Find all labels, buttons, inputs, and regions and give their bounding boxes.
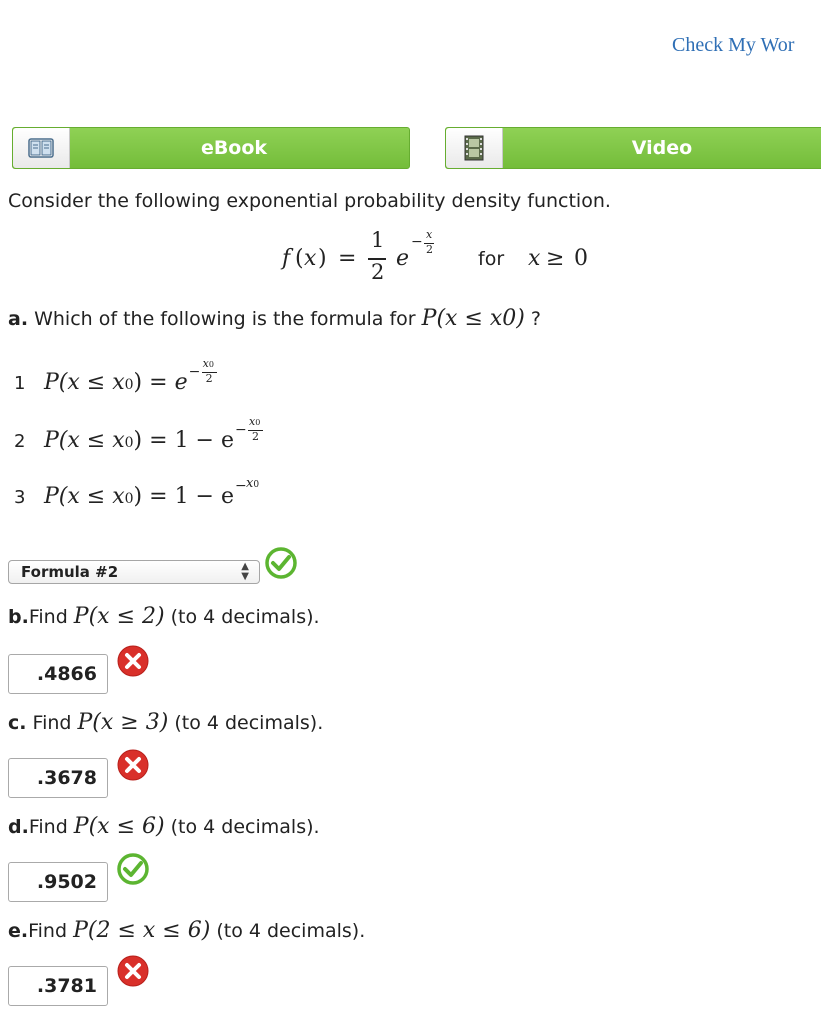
formula-select-value: Formula #2: [21, 563, 119, 581]
option-lhs: P(x ≤ x: [44, 370, 125, 395]
question-d-expr: P(x ≤ 6): [73, 814, 165, 839]
question-a: a. Which of the following is the formula…: [8, 306, 541, 331]
question-a-text: Which of the following is the formula fo…: [28, 308, 422, 330]
question-d-pre: Find: [28, 816, 74, 838]
question-c: c. Find P(x ≥ 3) (to 4 decimals).: [8, 710, 323, 735]
ebook-button[interactable]: eBook: [12, 127, 410, 169]
question-d-label: d.: [8, 816, 29, 838]
pdf-for-word: for: [478, 248, 505, 270]
question-d: d.Find P(x ≤ 6) (to 4 decimals).: [8, 814, 320, 839]
option-lhs: P(x ≤ x: [44, 428, 125, 453]
question-b-expr: P(x ≤ 2): [73, 604, 165, 629]
option-lhs: P(x ≤ x: [44, 484, 125, 509]
answer-input-e[interactable]: .3781: [8, 966, 108, 1006]
x-circle-icon: [117, 955, 149, 987]
check-circle-icon: [117, 853, 149, 885]
formula-option-2: 2 P(x ≤ x0) = 1 − e − x0 2: [14, 415, 274, 453]
option-lhs-sub: 0: [124, 491, 134, 507]
question-e-label: e.: [8, 920, 29, 942]
option-rhs: 1 − e: [174, 428, 234, 453]
option-number: 3: [14, 487, 26, 508]
question-b-label: b.: [8, 606, 29, 628]
pdf-cond-val: 0: [574, 246, 588, 271]
answer-input-b[interactable]: .4866: [8, 654, 108, 694]
option-number: 1: [14, 373, 26, 394]
formula-select[interactable]: Formula #2 ▲ ▼: [8, 560, 260, 584]
pdf-equals: =: [338, 246, 357, 271]
question-b-post: (to 4 decimals).: [164, 606, 320, 628]
book-icon: [13, 128, 70, 168]
question-c-pre: Find: [26, 712, 78, 734]
problem-intro: Consider the following exponential proba…: [8, 190, 611, 212]
pdf-exp-minus: −: [411, 234, 423, 250]
formula-option-1: 1 P(x ≤ x0) = e − x0 2: [14, 357, 228, 395]
video-button[interactable]: Video: [445, 127, 821, 169]
pdf-lhs-func: f: [282, 246, 291, 271]
question-a-suffix: ?: [524, 308, 541, 330]
question-e-expr: P(2 ≤ x ≤ 6): [73, 918, 211, 943]
pdf-lhs-open: (: [295, 246, 304, 271]
question-b: b.Find P(x ≤ 2) (to 4 decimals).: [8, 604, 320, 629]
film-icon: [446, 128, 503, 168]
pdf-exp-den: 2: [426, 243, 433, 256]
option-lhs-sub: 0: [124, 435, 134, 451]
x-circle-icon: [117, 749, 149, 781]
pdf-cond-var: x: [528, 246, 541, 271]
answer-input-d[interactable]: .9502: [8, 862, 108, 902]
x-circle-icon: [117, 645, 149, 677]
pdf-frac-num: 1: [371, 228, 385, 252]
question-b-pre: Find: [28, 606, 74, 628]
pdf-exp-num: x: [426, 228, 433, 241]
select-arrows-icon: ▲ ▼: [241, 561, 249, 582]
pdf-cond-op: ≥: [546, 246, 565, 271]
answer-input-c[interactable]: .3678: [8, 758, 108, 798]
question-c-post: (to 4 decimals).: [168, 712, 324, 734]
formula-option-3: 3 P(x ≤ x0) = 1 − e − x0: [14, 476, 266, 509]
pdf-lhs-arg: x: [304, 246, 317, 271]
pdf-base: e: [396, 246, 410, 271]
option-lhs-close: ) =: [133, 428, 175, 453]
question-e-pre: Find: [28, 920, 74, 942]
pdf-frac-den: 2: [371, 260, 385, 284]
video-label: Video: [631, 137, 693, 159]
question-c-label: c.: [8, 712, 27, 734]
question-e-post: (to 4 decimals).: [210, 920, 366, 942]
question-a-label: a.: [8, 308, 29, 330]
question-a-expr: P(x ≤ x0): [421, 306, 525, 331]
question-c-expr: P(x ≥ 3): [77, 710, 169, 735]
option-rhs: 1 − e: [174, 484, 234, 509]
check-my-work-link[interactable]: Check My Wor: [672, 34, 794, 57]
check-circle-icon: [265, 547, 297, 579]
question-d-post: (to 4 decimals).: [164, 816, 320, 838]
option-lhs-close: ) =: [133, 484, 175, 509]
option-lhs-sub: 0: [124, 377, 134, 393]
question-e: e.Find P(2 ≤ x ≤ 6) (to 4 decimals).: [8, 918, 365, 943]
option-exponent: − x0 2: [188, 357, 228, 390]
option-exponent: − x0: [235, 476, 260, 494]
option-exponent: − x0 2: [234, 415, 274, 448]
pdf-lhs-close: ): [318, 246, 327, 271]
option-number: 2: [14, 431, 26, 452]
option-rhs: e: [174, 370, 188, 395]
ebook-label: eBook: [200, 137, 268, 159]
option-lhs-close: ) =: [133, 370, 175, 395]
